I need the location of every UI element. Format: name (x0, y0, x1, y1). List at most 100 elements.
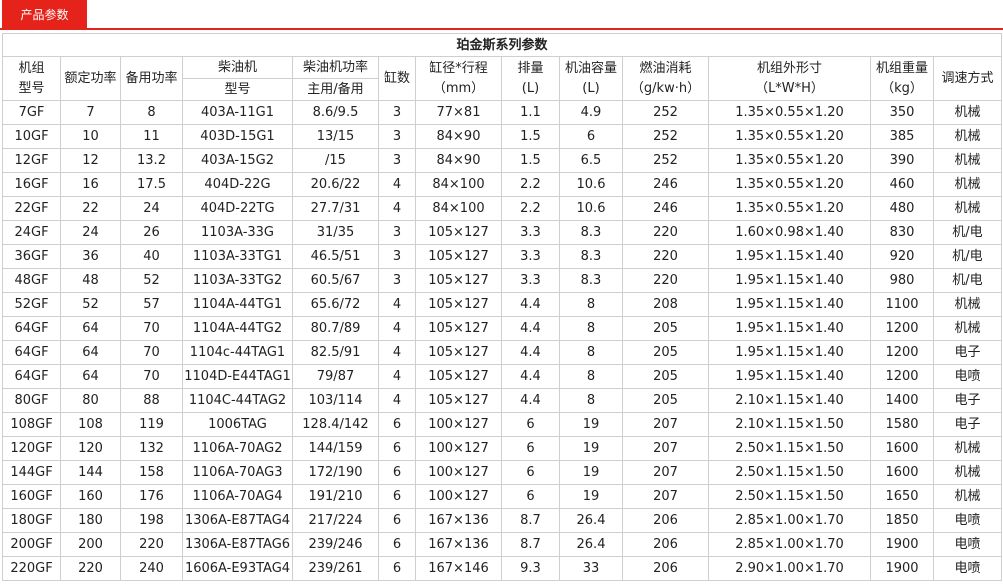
table-title: 珀金斯系列参数 (2, 33, 1002, 57)
cell-cylinders: 4 (378, 388, 416, 413)
cell-oil-capacity: 26.4 (559, 508, 623, 533)
cell-displacement: 3.3 (501, 220, 560, 245)
cell-bore-stroke: 105×127 (415, 292, 502, 317)
cell-weight: 1600 (870, 460, 934, 485)
header-dims-line2: （L*W*H） (755, 80, 824, 96)
cell-weight: 460 (870, 172, 934, 197)
cell-standby-power: 176 (120, 484, 183, 509)
cell-engine-model: 1306A-E87TAG6 (182, 532, 293, 557)
header-model-line1: 机组 (18, 60, 45, 76)
cell-weight: 385 (870, 124, 934, 149)
cell-fuel-consumption: 206 (622, 532, 709, 557)
cell-governor: 电喷 (933, 556, 1002, 581)
cell-cylinders: 6 (378, 508, 416, 533)
table-row: 16GF 16 17.5 404D-22G 20.6/22 4 84×100 2.2 10.6 2… (2, 172, 1002, 197)
header-bore-line1: 缸径*行程 (429, 60, 488, 76)
cell-fuel-consumption: 252 (622, 124, 709, 149)
cell-engine-power: 13/15 (292, 124, 379, 149)
cell-engine-model: 1103A-33TG1 (182, 244, 293, 269)
cell-engine-power: 128.4/142 (292, 412, 379, 437)
cell-displacement: 6 (501, 412, 560, 437)
cell-rated-power: 120 (60, 436, 121, 461)
header-fuel-line2: （g/kw·h） (630, 80, 701, 96)
cell-displacement: 1.5 (501, 148, 560, 173)
cell-standby-power: 17.5 (120, 172, 183, 197)
cell-bore-stroke: 167×146 (415, 556, 502, 581)
cell-rated-power: 144 (60, 460, 121, 485)
cell-engine-power: 46.5/51 (292, 244, 379, 269)
cell-cylinders: 4 (378, 340, 416, 365)
cell-oil-capacity: 4.9 (559, 100, 623, 125)
cell-fuel-consumption: 205 (622, 388, 709, 413)
cell-model: 108GF (2, 412, 61, 437)
cell-engine-power: 239/261 (292, 556, 379, 581)
cell-rated-power: 160 (60, 484, 121, 509)
cell-dimensions: 1.95×1.15×1.40 (708, 316, 871, 341)
cell-oil-capacity: 10.6 (559, 196, 623, 221)
cell-weight: 980 (870, 268, 934, 293)
cell-dimensions: 2.10×1.15×1.50 (708, 412, 871, 437)
cell-dimensions: 1.35×0.55×1.20 (708, 148, 871, 173)
cell-dimensions: 2.10×1.15×1.40 (708, 388, 871, 413)
cell-governor: 电子 (933, 388, 1002, 413)
cell-governor: 机械 (933, 172, 1002, 197)
cell-engine-model: 403A-11G1 (182, 100, 293, 125)
header-displacement-line2: (L) (521, 80, 540, 96)
cell-bore-stroke: 105×127 (415, 364, 502, 389)
cell-cylinders: 3 (378, 244, 416, 269)
cell-engine-power: 8.6/9.5 (292, 100, 379, 125)
header-engine-power-line1: 柴油机功率 (292, 56, 379, 79)
cell-rated-power: 64 (60, 364, 121, 389)
cell-weight: 1400 (870, 388, 934, 413)
cell-governor: 电子 (933, 412, 1002, 437)
cell-model: 52GF (2, 292, 61, 317)
cell-standby-power: 13.2 (120, 148, 183, 173)
header-cylinders: 缸数 (378, 56, 416, 101)
header-engine-line1: 柴油机 (182, 56, 293, 79)
cell-rated-power: 36 (60, 244, 121, 269)
cell-standby-power: 240 (120, 556, 183, 581)
cell-engine-power: 65.6/72 (292, 292, 379, 317)
cell-displacement: 4.4 (501, 388, 560, 413)
table-row: 64GF 64 70 1104D-E44TAG1 79/87 4 105×127 4.4 8 20… (2, 364, 1002, 389)
cell-fuel-consumption: 206 (622, 508, 709, 533)
cell-fuel-consumption: 206 (622, 556, 709, 581)
cell-oil-capacity: 8 (559, 316, 623, 341)
cell-displacement: 6 (501, 460, 560, 485)
table-row: 80GF 80 88 1104C-44TAG2 103/114 4 105×127 4.4 8 2… (2, 388, 1002, 413)
cell-weight: 1850 (870, 508, 934, 533)
header-oil-capacity: 机油容量 (L) (559, 56, 623, 101)
cell-governor: 机/电 (933, 220, 1002, 245)
cell-cylinders: 3 (378, 100, 416, 125)
cell-rated-power: 12 (60, 148, 121, 173)
cell-engine-power: 144/159 (292, 436, 379, 461)
cell-model: 48GF (2, 268, 61, 293)
cell-oil-capacity: 26.4 (559, 532, 623, 557)
cell-engine-power: 172/190 (292, 460, 379, 485)
cell-displacement: 1.5 (501, 124, 560, 149)
cell-standby-power: 52 (120, 268, 183, 293)
cell-weight: 1200 (870, 316, 934, 341)
cell-rated-power: 22 (60, 196, 121, 221)
cell-displacement: 2.2 (501, 172, 560, 197)
cell-standby-power: 70 (120, 340, 183, 365)
header-bore-stroke: 缸径*行程 （mm） (415, 56, 502, 101)
params-table-wrapper: 珀金斯系列参数 机组 型号 额定功率 备用功率 柴油机 柴油机功率 缸数 缸径*… (2, 33, 1002, 581)
tab-product-params[interactable]: 产品参数 (2, 0, 87, 30)
cell-displacement: 2.2 (501, 196, 560, 221)
cell-bore-stroke: 100×127 (415, 412, 502, 437)
header-engine-line2: 型号 (182, 78, 293, 101)
cell-governor: 机械 (933, 100, 1002, 125)
header-governor: 调速方式 (933, 56, 1002, 101)
cell-displacement: 4.4 (501, 364, 560, 389)
cell-dimensions: 2.50×1.15×1.50 (708, 436, 871, 461)
cell-oil-capacity: 8 (559, 364, 623, 389)
cell-engine-model: 1104C-44TAG2 (182, 388, 293, 413)
table-row: 64GF 64 70 1104A-44TG2 80.7/89 4 105×127 4.4 8 20… (2, 316, 1002, 341)
cell-dimensions: 2.85×1.00×1.70 (708, 532, 871, 557)
cell-cylinders: 4 (378, 196, 416, 221)
cell-bore-stroke: 84×100 (415, 196, 502, 221)
cell-displacement: 6 (501, 436, 560, 461)
cell-oil-capacity: 19 (559, 484, 623, 509)
cell-weight: 350 (870, 100, 934, 125)
